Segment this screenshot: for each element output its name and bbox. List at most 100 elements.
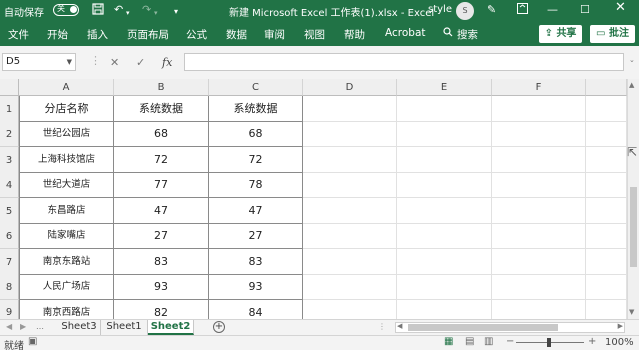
cell-b6[interactable]: 27 <box>114 223 209 249</box>
cell-g3[interactable] <box>586 147 627 173</box>
cell-d2[interactable] <box>303 121 397 147</box>
menu-file[interactable]: 文件 <box>8 27 29 42</box>
row-header-6[interactable]: 6 <box>0 223 19 249</box>
row-header-2[interactable]: 2 <box>0 121 19 147</box>
column-header-c[interactable]: C <box>209 79 303 96</box>
cell-g5[interactable] <box>586 198 627 224</box>
search-box[interactable]: 搜索 <box>457 27 478 42</box>
cancel-icon[interactable]: ✕ <box>110 56 119 69</box>
row-header-4[interactable]: 4 <box>0 172 19 198</box>
column-header-a[interactable]: A <box>19 79 114 96</box>
cell-b2[interactable]: 68 <box>114 121 209 147</box>
search-icon[interactable] <box>443 27 453 40</box>
vertical-scroll-thumb[interactable] <box>630 187 637 267</box>
customize-toolbar-icon[interactable]: ▾ <box>174 5 178 19</box>
page-layout-view-icon[interactable]: ▤ <box>465 336 474 347</box>
cell-e9[interactable] <box>397 300 492 319</box>
cell-f1[interactable] <box>492 96 586 122</box>
menu-formulas[interactable]: 公式 <box>186 27 207 42</box>
row-header-1[interactable]: 1 <box>0 96 19 122</box>
cell-g8[interactable] <box>586 274 627 300</box>
cell-d1[interactable] <box>303 96 397 122</box>
cell-c2[interactable]: 68 <box>209 121 303 147</box>
row-header-8[interactable]: 8 <box>0 274 19 300</box>
row-header-7[interactable]: 7 <box>0 249 19 275</box>
cell-c1[interactable]: 系统数据 <box>209 96 303 122</box>
next-sheet-icon[interactable]: ▶ <box>20 322 26 331</box>
menu-home[interactable]: 开始 <box>47 27 68 42</box>
cell-g2[interactable] <box>586 121 627 147</box>
cell-b5[interactable]: 47 <box>114 198 209 224</box>
formula-input[interactable] <box>184 53 624 71</box>
menu-data[interactable]: 数据 <box>226 27 247 42</box>
cell-a9[interactable]: 南京西路店 <box>19 300 114 319</box>
cell-c6[interactable]: 27 <box>209 223 303 249</box>
scroll-left-arrow-icon[interactable]: ◀ <box>397 322 402 330</box>
redo-dropdown-icon[interactable]: ▾ <box>154 6 158 20</box>
cell-e4[interactable] <box>397 172 492 198</box>
cell-g7[interactable] <box>586 249 627 275</box>
cell-a3[interactable]: 上海科技馆店 <box>19 147 114 173</box>
cell-d3[interactable] <box>303 147 397 173</box>
zoom-slider-thumb[interactable] <box>547 338 551 347</box>
cell-a4[interactable]: 世纪大道店 <box>19 172 114 198</box>
cell-a2[interactable]: 世纪公园店 <box>19 121 114 147</box>
cell-f5[interactable] <box>492 198 586 224</box>
zoom-in-icon[interactable]: + <box>588 336 596 347</box>
worksheet-grid[interactable]: ABCDEF 123456789 分店名称 系统数据 系统数据 世纪公园店 68 68 上海… <box>0 79 627 319</box>
menu-insert[interactable]: 插入 <box>87 27 108 42</box>
add-sheet-icon[interactable]: + <box>213 321 225 333</box>
zoom-level[interactable]: 100% <box>605 337 634 348</box>
pen-icon[interactable]: ✎ <box>487 3 496 17</box>
cell-f9[interactable] <box>492 300 586 319</box>
cell-b8[interactable]: 93 <box>114 274 209 300</box>
user-avatar[interactable]: S <box>456 2 474 20</box>
cell-c3[interactable]: 72 <box>209 147 303 173</box>
redo-icon[interactable]: ↷ <box>142 3 151 17</box>
menu-page-layout[interactable]: 页面布局 <box>127 27 169 42</box>
cell-g1[interactable] <box>586 96 627 122</box>
menu-view[interactable]: 视图 <box>304 27 325 42</box>
minimize-icon[interactable]: — <box>547 3 558 17</box>
cell-b4[interactable]: 77 <box>114 172 209 198</box>
menu-help[interactable]: 帮助 <box>344 27 365 42</box>
ribbon-display-icon[interactable] <box>517 3 528 18</box>
cell-g6[interactable] <box>586 223 627 249</box>
cell-a8[interactable]: 人民广场店 <box>19 274 114 300</box>
vertical-scrollbar[interactable]: ▲ ▼ <box>627 79 639 319</box>
cell-g9[interactable] <box>586 300 627 319</box>
horizontal-scrollbar[interactable]: ◀ ▶ <box>395 322 625 333</box>
cell-f2[interactable] <box>492 121 586 147</box>
cell-b9[interactable]: 82 <box>114 300 209 319</box>
scroll-down-arrow-icon[interactable]: ▼ <box>629 308 634 316</box>
sheet-tab-sheet3[interactable]: Sheet3 <box>58 320 101 335</box>
cell-d7[interactable] <box>303 249 397 275</box>
cell-g4[interactable] <box>586 172 627 198</box>
enter-icon[interactable]: ✓ <box>136 56 145 69</box>
normal-view-icon[interactable]: ▦ <box>444 336 453 347</box>
cell-a6[interactable]: 陆家嘴店 <box>19 223 114 249</box>
cell-f7[interactable] <box>492 249 586 275</box>
cell-d5[interactable] <box>303 198 397 224</box>
select-all-corner[interactable] <box>0 79 19 96</box>
autosave-toggle[interactable]: 关 <box>53 4 79 16</box>
cell-c8[interactable]: 93 <box>209 274 303 300</box>
row-header-3[interactable]: 3 <box>0 147 19 173</box>
cell-d6[interactable] <box>303 223 397 249</box>
column-header-b[interactable]: B <box>114 79 209 96</box>
cell-e1[interactable] <box>397 96 492 122</box>
cell-b3[interactable]: 72 <box>114 147 209 173</box>
column-header-f[interactable]: F <box>492 79 586 96</box>
row-header-5[interactable]: 5 <box>0 198 19 224</box>
cell-f3[interactable] <box>492 147 586 173</box>
cell-e5[interactable] <box>397 198 492 224</box>
tab-splitter-icon[interactable]: ⋮ <box>378 322 386 331</box>
share-button[interactable]: ⇪ 共享 <box>539 25 582 43</box>
scroll-right-arrow-icon[interactable]: ▶ <box>618 322 623 330</box>
cell-b1[interactable]: 系统数据 <box>114 96 209 122</box>
cell-f6[interactable] <box>492 223 586 249</box>
cell-e6[interactable] <box>397 223 492 249</box>
scroll-up-arrow-icon[interactable]: ▲ <box>629 81 634 89</box>
cell-e3[interactable] <box>397 147 492 173</box>
cell-d8[interactable] <box>303 274 397 300</box>
